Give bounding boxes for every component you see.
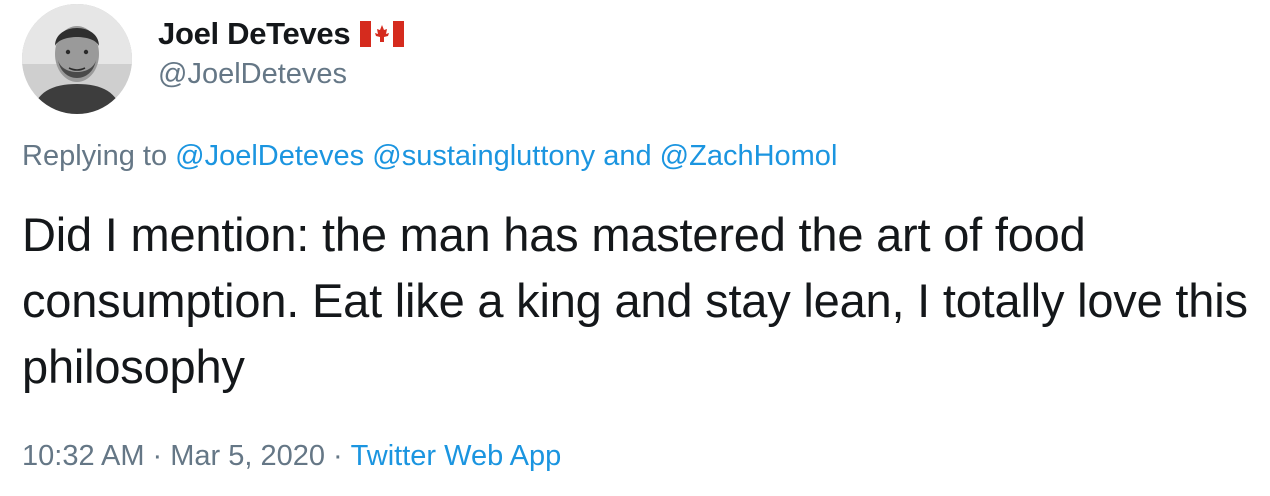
meta-separator-1: · [152,440,163,472]
mention-link-1[interactable]: @JoelDeteves [175,140,364,172]
tweet-date[interactable]: Mar 5, 2020 [170,440,325,472]
tweet-text: Did I mention: the man has mastered the … [22,208,1248,393]
tweet-header: Joel DeTeves @JoelDeteves [22,4,722,114]
replying-conjunction: and [603,140,652,172]
canada-flag-icon [360,21,405,47]
replying-to-line: Replying to @JoelDeteves @sustainglutton… [22,140,837,173]
mention-link-2[interactable]: @sustaingluttony [372,140,595,172]
avatar-photo [22,4,132,114]
display-name-row: Joel DeTeves [158,12,405,56]
mention-link-3[interactable]: @ZachHomol [660,140,838,172]
tweet-meta: 10:32 AM · Mar 5, 2020 · Twitter Web App [22,440,561,473]
meta-separator-2: · [332,440,343,472]
avatar[interactable] [22,4,132,114]
user-names: Joel DeTeves @JoelDeteves [158,12,405,91]
tweet-time[interactable]: 10:32 AM [22,440,145,472]
user-handle[interactable]: @JoelDeteves [158,58,404,91]
tweet-source-link[interactable]: Twitter Web App [351,440,562,472]
tweet-card: Joel DeTeves @JoelDeteves Replying to @J… [0,0,1270,496]
replying-to-label: Replying to [22,140,168,172]
display-name[interactable]: Joel DeTeves [158,16,351,52]
